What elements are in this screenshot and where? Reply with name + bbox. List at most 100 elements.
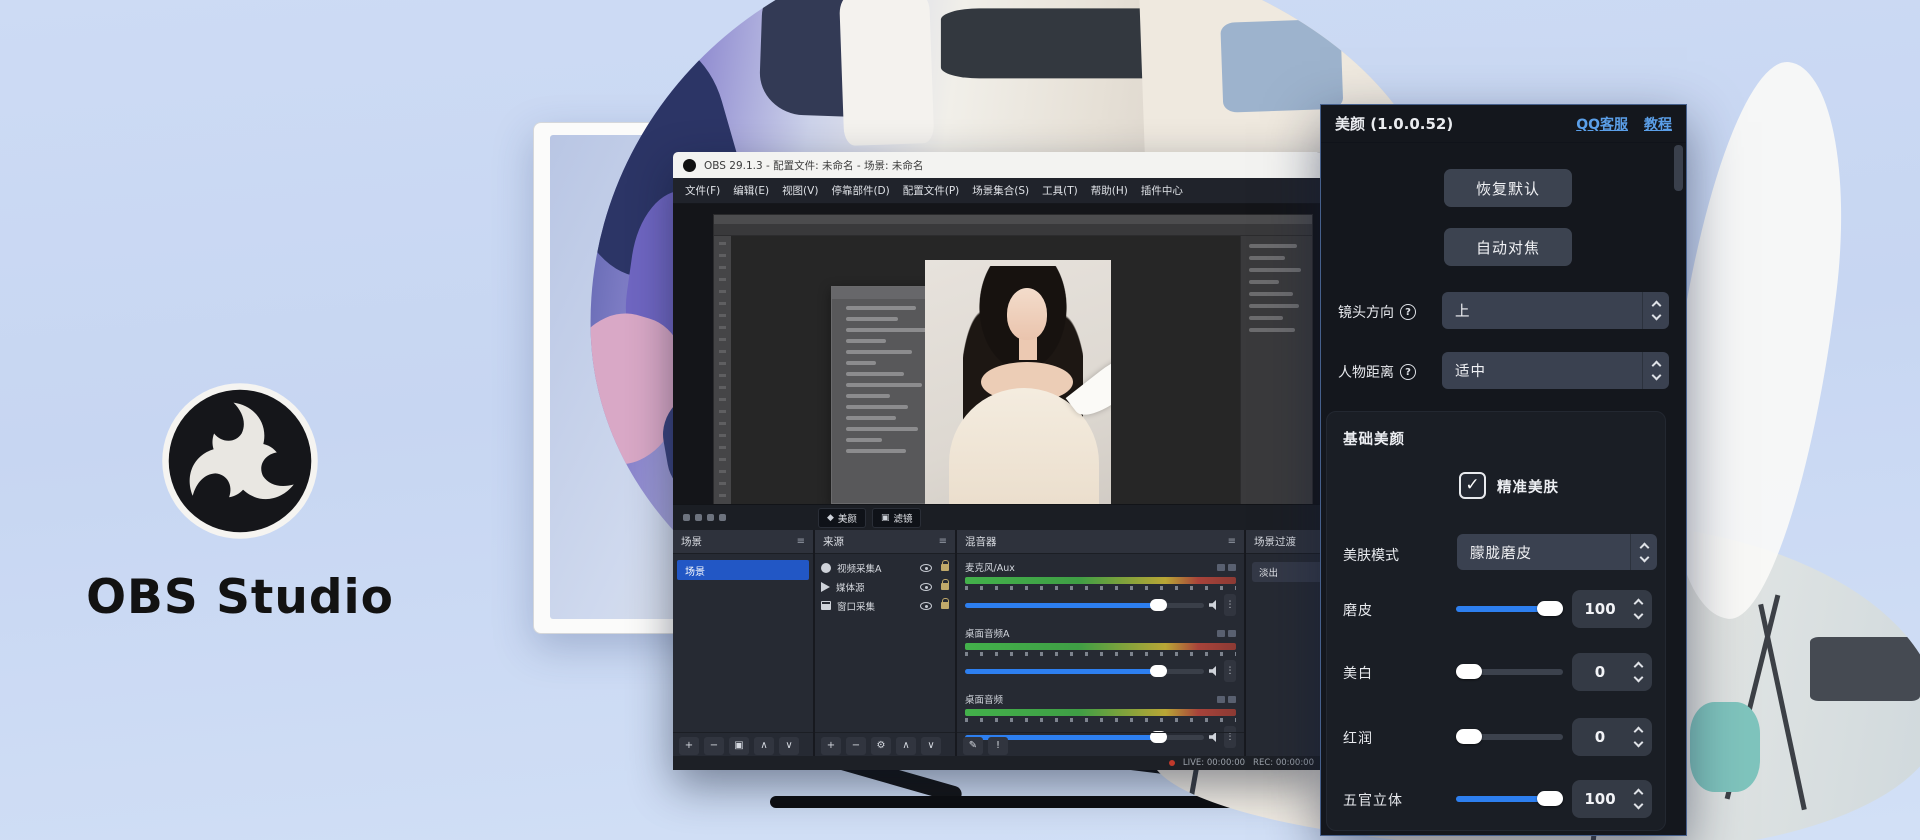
- obs-wordmark: OBS Studio: [60, 570, 420, 625]
- move-scene-down-button[interactable]: ∨: [779, 737, 799, 755]
- facial-depth-slider[interactable]: [1456, 796, 1563, 802]
- obs-statusbar: LIVE: 00:00:00 REC: 00:00:00: [673, 756, 1322, 770]
- subject-distance-select[interactable]: 适中: [1442, 352, 1669, 389]
- visibility-icon[interactable]: [920, 602, 932, 610]
- scene-list-item[interactable]: 场景: [677, 560, 809, 580]
- transitions-dock: 场景过渡 淡出: [1246, 530, 1322, 758]
- source-row-media[interactable]: 媒体源: [815, 577, 955, 596]
- channel-menu-button[interactable]: ⋮: [1224, 660, 1236, 682]
- channel-option-icons[interactable]: [1217, 630, 1236, 637]
- move-source-up-button[interactable]: ∧: [896, 737, 916, 755]
- lock-icon[interactable]: [941, 583, 949, 590]
- menu-tools[interactable]: 工具(T): [1042, 183, 1078, 198]
- ps-options-bar: [714, 224, 1312, 236]
- camera-direction-select[interactable]: 上: [1442, 292, 1669, 329]
- menu-profile[interactable]: 配置文件(P): [903, 183, 960, 198]
- panel-scrollbar-thumb[interactable]: [1674, 145, 1683, 191]
- skin-mode-label: 美肤模式: [1343, 545, 1399, 565]
- obs-docks: 场景 ≡ 场景 + − ▣ ∧ ∨ 来源 ≡ 视频采集A: [673, 530, 1322, 758]
- chevron-updown-icon: [1642, 292, 1669, 329]
- volume-slider[interactable]: [965, 669, 1204, 674]
- whitening-slider[interactable]: [1456, 669, 1563, 675]
- channel-menu-button[interactable]: ⋮: [1224, 594, 1236, 616]
- remove-scene-button[interactable]: −: [704, 737, 724, 755]
- help-icon[interactable]: ?: [1400, 364, 1416, 380]
- spinner-arrows-icon[interactable]: [1628, 660, 1652, 684]
- beauty-panel-header: 美颜 (1.0.0.52) QQ客服 教程: [1321, 105, 1686, 143]
- autofocus-button[interactable]: 自动对焦: [1444, 228, 1572, 266]
- menu-docks[interactable]: 停靠部件(D): [831, 183, 889, 198]
- rosy-value-spinner[interactable]: 0: [1572, 718, 1652, 756]
- ps-canvas: [731, 236, 1240, 504]
- basic-beauty-section: 基础美颜 ✓ 精准美肤 美肤模式 朦胧磨皮 磨皮 100 美白: [1326, 411, 1666, 831]
- restore-defaults-button[interactable]: 恢复默认: [1444, 169, 1572, 207]
- scenes-dock-title: 场景: [681, 534, 702, 549]
- slider-row-facial-depth: 五官立体 100: [1327, 780, 1665, 820]
- obs-window-title: OBS 29.1.3 - 配置文件: 未命名 - 场景: 未命名: [704, 158, 923, 173]
- qq-support-link[interactable]: QQ客服: [1576, 114, 1628, 134]
- visibility-icon[interactable]: [920, 583, 932, 591]
- menu-edit[interactable]: 编辑(E): [733, 183, 769, 198]
- channel-option-icons[interactable]: [1217, 564, 1236, 571]
- add-source-button[interactable]: +: [821, 737, 841, 755]
- scene-filters-button[interactable]: ▣: [729, 737, 749, 755]
- spinner-arrows-icon[interactable]: [1628, 597, 1652, 621]
- smoothing-value-spinner[interactable]: 100: [1572, 590, 1652, 628]
- facial-depth-value-spinner[interactable]: 100: [1572, 780, 1652, 818]
- move-scene-up-button[interactable]: ∧: [754, 737, 774, 755]
- source-properties-button[interactable]: ⚙: [871, 737, 891, 755]
- obs-titlebar-logo-icon: [683, 159, 696, 172]
- filter-quick-button[interactable]: ▣ 滤镜: [872, 508, 922, 528]
- speaker-icon[interactable]: [1209, 666, 1219, 676]
- obs-window: OBS 29.1.3 - 配置文件: 未命名 - 场景: 未命名 文件(F) 编…: [673, 152, 1322, 770]
- obs-titlebar[interactable]: OBS 29.1.3 - 配置文件: 未命名 - 场景: 未命名: [673, 152, 1322, 178]
- move-source-down-button[interactable]: ∨: [921, 737, 941, 755]
- scenes-toolbar: + − ▣ ∧ ∨: [673, 732, 813, 758]
- rosy-slider[interactable]: [1456, 734, 1563, 740]
- precise-skin-checkbox[interactable]: ✓: [1459, 472, 1486, 499]
- volume-slider[interactable]: [965, 603, 1204, 608]
- menu-plugin-center[interactable]: 插件中心: [1141, 183, 1183, 198]
- beauty-quick-button[interactable]: ◆ 美颜: [818, 508, 866, 528]
- speaker-icon[interactable]: [1209, 600, 1219, 610]
- photoshop-mock-window: [713, 214, 1313, 504]
- lock-icon[interactable]: [941, 602, 949, 609]
- menu-scene-collection[interactable]: 场景集合(S): [972, 183, 1029, 198]
- spinner-arrows-icon[interactable]: [1628, 787, 1652, 811]
- scenes-dock: 场景 ≡ 场景 + − ▣ ∧ ∨: [673, 530, 813, 758]
- meter-ticks: [965, 718, 1236, 722]
- source-row-camera[interactable]: 视频采集A: [815, 558, 955, 577]
- rec-timer: REC: 00:00:00: [1253, 758, 1314, 768]
- collapse-icon[interactable]: ≡: [1228, 536, 1236, 547]
- menu-file[interactable]: 文件(F): [685, 183, 720, 198]
- lock-icon[interactable]: [941, 564, 949, 571]
- collapse-icon[interactable]: ≡: [797, 536, 805, 547]
- channel-option-icons[interactable]: [1217, 696, 1236, 703]
- mixer-edit-button[interactable]: ✎: [963, 737, 983, 755]
- preview-control-strip: ◆ 美颜 ▣ 滤镜: [673, 504, 1322, 530]
- sources-dock-title: 来源: [823, 534, 844, 549]
- collapse-icon[interactable]: ≡: [939, 536, 947, 547]
- camera-direction-label: 镜头方向 ?: [1338, 302, 1416, 322]
- source-row-window[interactable]: 窗口采集: [815, 596, 955, 615]
- slider-row-whitening: 美白 0: [1327, 653, 1665, 693]
- help-icon[interactable]: ?: [1400, 304, 1416, 320]
- audio-mixer-dock: 混音器≡ 麦克风/Aux ⋮ 桌面音频A ⋮ 桌面音频 ⋮: [957, 530, 1244, 758]
- tutorial-link[interactable]: 教程: [1644, 114, 1672, 134]
- diamond-icon: ◆: [827, 513, 834, 523]
- window-capture-icon: [821, 601, 831, 610]
- whitening-value-spinner[interactable]: 0: [1572, 653, 1652, 691]
- dock-control-icons: [683, 514, 726, 521]
- menu-help[interactable]: 帮助(H): [1091, 183, 1128, 198]
- portrait-photo: [925, 260, 1111, 504]
- smoothing-slider[interactable]: [1456, 606, 1563, 612]
- mixer-alert-button[interactable]: !: [988, 737, 1008, 755]
- skin-mode-select[interactable]: 朦胧磨皮: [1457, 534, 1657, 570]
- visibility-icon[interactable]: [920, 564, 932, 572]
- ps-toolbar: [714, 236, 731, 504]
- remove-source-button[interactable]: −: [846, 737, 866, 755]
- add-scene-button[interactable]: +: [679, 737, 699, 755]
- spinner-arrows-icon[interactable]: [1628, 725, 1652, 749]
- menu-view[interactable]: 视图(V): [782, 183, 818, 198]
- sources-toolbar: + − ⚙ ∧ ∨: [815, 732, 955, 758]
